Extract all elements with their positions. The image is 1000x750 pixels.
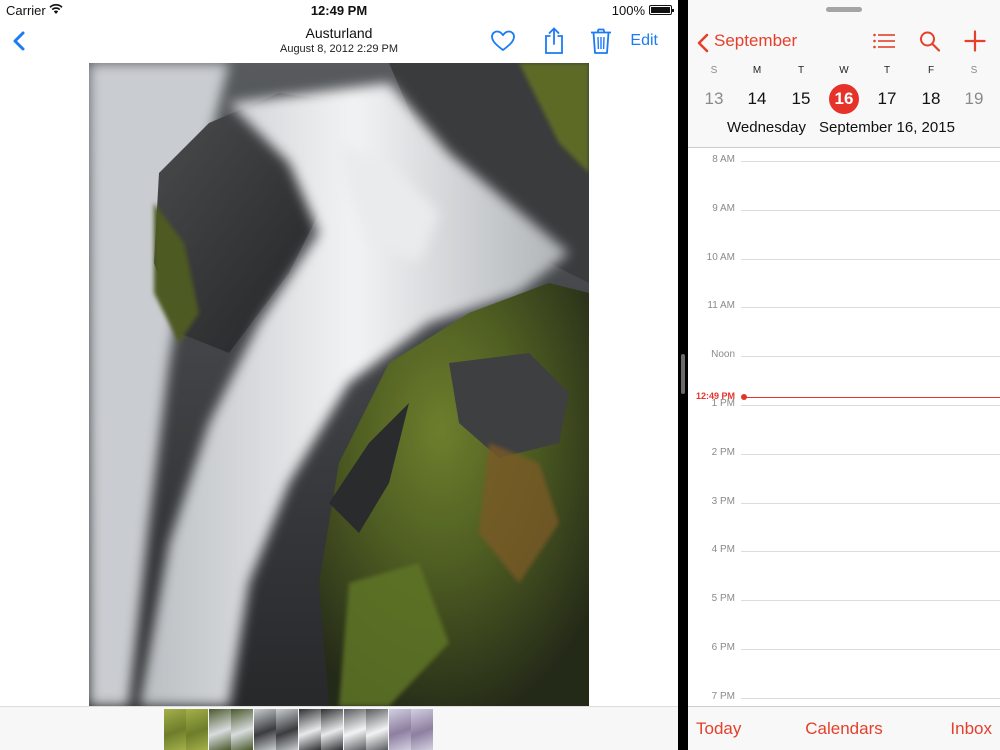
current-time-indicator: 12:49 PM [688, 391, 1000, 401]
photo-thumbnail[interactable] [366, 709, 388, 750]
hour-gridline [741, 356, 1000, 358]
hour-label: 4 PM [711, 544, 735, 556]
hour-label: 5 PM [711, 593, 735, 605]
date-cell[interactable]: 17 [872, 84, 902, 114]
photo-thumbnail[interactable] [186, 709, 208, 750]
photo-location-title: Austurland [305, 25, 373, 41]
photo-thumbnail[interactable] [209, 709, 231, 750]
hour-gridline [741, 502, 1000, 504]
hour-label: 11 AM [707, 300, 735, 312]
photo-thumbnail[interactable] [254, 709, 276, 750]
heart-icon[interactable] [489, 27, 517, 55]
status-time: 12:49 PM [310, 3, 368, 18]
weekday-label: F [927, 65, 935, 76]
chevron-left-icon [697, 33, 709, 53]
search-icon[interactable] [918, 30, 942, 52]
date-cell[interactable]: 15 [786, 84, 816, 114]
photo-thumbnail[interactable] [231, 709, 253, 750]
current-time-dot [741, 394, 747, 400]
week-date-row: 13 14 15 16 17 18 19 [688, 84, 1000, 114]
selected-date[interactable]: 16 [829, 84, 859, 114]
hour-gridline [741, 258, 1000, 260]
hour-row: Noon [688, 349, 1000, 360]
thumbnail-strip[interactable] [0, 706, 678, 750]
slide-over-grabber[interactable] [826, 7, 862, 12]
hour-gridline [741, 600, 1000, 602]
photo-thumbnail[interactable] [276, 709, 298, 750]
hour-gridline [741, 551, 1000, 553]
weekday-label: S [710, 65, 718, 76]
battery-icon [649, 5, 674, 15]
weekday-label: M [752, 65, 762, 76]
selected-day-name: Wednesday [727, 119, 806, 136]
share-icon[interactable] [540, 27, 568, 55]
hour-row: 2 PM [688, 447, 1000, 458]
month-back-label: September [714, 31, 798, 50]
hour-row: 8 AM [688, 154, 1000, 165]
hour-row: 4 PM [688, 544, 1000, 555]
add-icon[interactable] [963, 30, 987, 52]
date-cell[interactable]: 14 [742, 84, 772, 114]
current-time-line [744, 397, 1000, 398]
date-cell[interactable]: 18 [916, 84, 946, 114]
hour-row: 3 PM [688, 496, 1000, 507]
hour-gridline [741, 649, 1000, 650]
hour-label: 10 AM [706, 251, 735, 263]
hour-gridline [741, 209, 1000, 211]
photos-app: Carrier 12:49 PM 100% Austurland August … [0, 0, 678, 750]
hour-label: 9 AM [712, 202, 735, 214]
trash-icon[interactable] [587, 27, 615, 55]
list-icon[interactable] [872, 30, 896, 52]
photo-thumbnail[interactable] [321, 709, 343, 750]
photo-thumbnail[interactable] [164, 709, 186, 750]
photo-navigation-bar: Austurland August 8, 2012 2:29 PM Edit [0, 20, 678, 63]
hour-gridline [741, 697, 1000, 699]
hour-gridline [741, 161, 1000, 162]
weekday-label: W [839, 65, 849, 76]
hour-row: 5 PM [688, 593, 1000, 604]
edit-button[interactable]: Edit [630, 32, 658, 50]
hour-gridline [741, 405, 1000, 406]
hour-label: 3 PM [711, 495, 735, 507]
hour-label: Noon [711, 349, 735, 361]
date-cell[interactable]: 19 [959, 84, 989, 114]
hour-row: 1 PM [688, 398, 1000, 409]
hour-row: 11 AM [688, 300, 1000, 311]
hour-gridline [741, 453, 1000, 455]
weekday-label: T [883, 65, 891, 76]
hour-label: 8 AM [712, 154, 735, 165]
photo-thumbnail[interactable] [411, 709, 433, 750]
selected-full-date: September 16, 2015 [819, 119, 955, 136]
photo-viewer[interactable] [89, 63, 589, 706]
current-time-label: 12:49 PM [695, 391, 735, 401]
photo-thumbnail[interactable] [299, 709, 321, 750]
photo-thumbnail[interactable] [344, 709, 366, 750]
hour-label: 7 PM [711, 690, 735, 702]
calendar-header: September S M T W T F S 13 14 15 16 17 18 19 Wednesd… [688, 0, 1000, 148]
hour-row: 9 AM [688, 203, 1000, 214]
status-bar: Carrier 12:49 PM 100% [0, 0, 678, 20]
hour-row: 10 AM [688, 252, 1000, 263]
battery-percentage: 100% [611, 3, 645, 18]
photo-thumbnail[interactable] [389, 709, 411, 750]
hour-row: 7 PM [688, 691, 1000, 702]
date-cell[interactable]: 13 [699, 84, 729, 114]
photo-date-subtitle: August 8, 2012 2:29 PM [279, 43, 399, 55]
calendar-toolbar: Today Calendars Inbox [688, 706, 1000, 750]
calendar-app: September S M T W T F S 13 14 15 16 17 18 19 Wednesd… [688, 0, 1000, 750]
hour-label: 2 PM [711, 446, 735, 458]
weekday-label: T [797, 65, 805, 76]
split-view-handle[interactable] [681, 354, 685, 394]
waterfall-photo [89, 63, 589, 706]
hour-gridline [741, 307, 1000, 309]
day-timeline[interactable]: 7 PM 6 PM 5 PM 4 PM 3 PM 2 PM 1 PM Noon 11 AM 10 … [688, 148, 1000, 706]
weekday-label: S [970, 65, 978, 76]
hour-label: 6 PM [711, 642, 735, 653]
thumbnail-list [164, 709, 434, 750]
inbox-button[interactable]: Inbox [950, 719, 992, 739]
hour-row: 6 PM [688, 642, 1000, 653]
weekday-header: SMTWTFS [688, 65, 1000, 79]
